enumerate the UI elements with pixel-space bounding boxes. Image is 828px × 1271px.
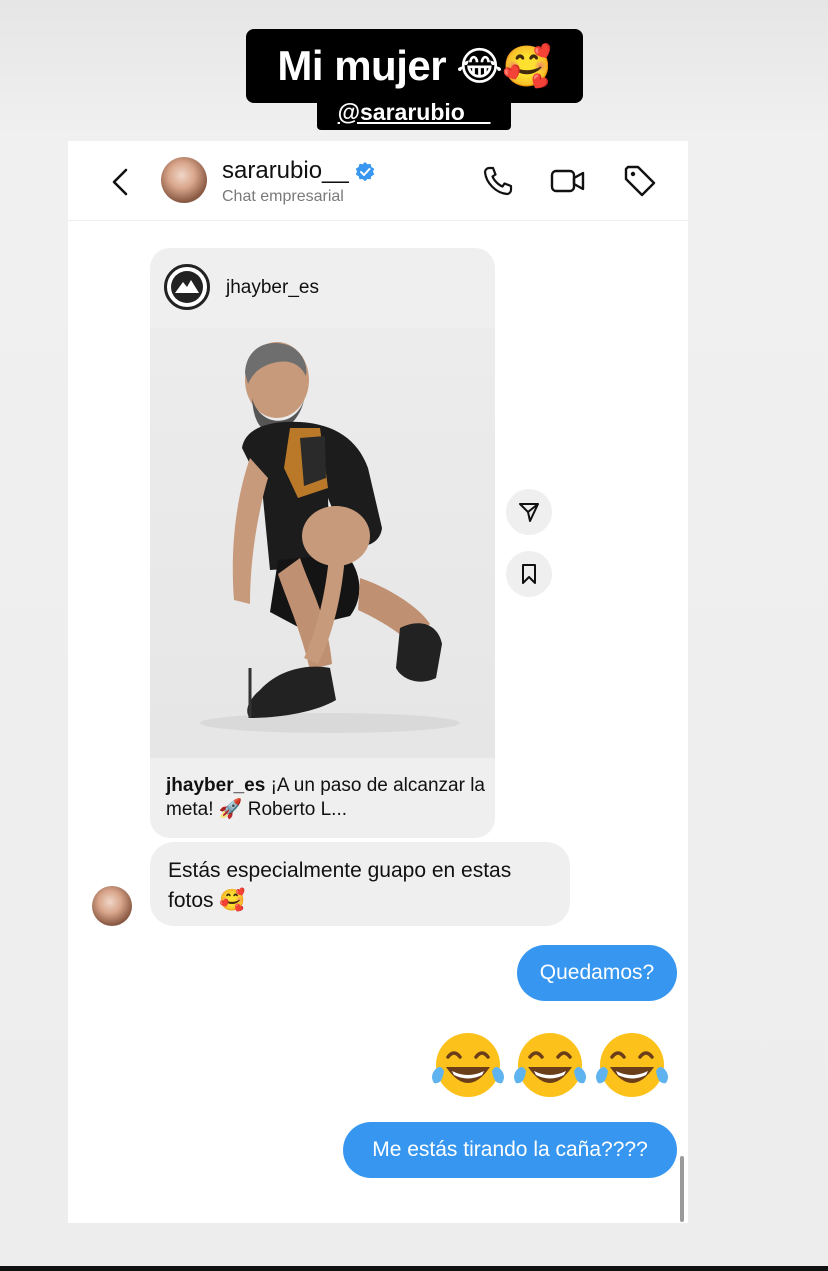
post-caption[interactable]: jhayber_es ¡A un paso de alcanzar la met… bbox=[166, 774, 486, 822]
tag-icon[interactable] bbox=[622, 163, 658, 199]
outgoing-emoji-message[interactable] bbox=[430, 1027, 670, 1103]
bookmark-icon bbox=[522, 564, 536, 584]
tears-of-joy-icon bbox=[432, 1033, 504, 1097]
story-title-label: Mi mujer 😂🥰 bbox=[246, 29, 583, 103]
bottom-edge bbox=[0, 1266, 828, 1271]
verified-badge-icon bbox=[355, 162, 374, 182]
mention-text[interactable]: @sararubio__ bbox=[338, 99, 491, 126]
mountain-logo-icon bbox=[171, 271, 203, 303]
paper-plane-icon bbox=[519, 503, 539, 522]
scrollbar[interactable] bbox=[680, 1156, 684, 1222]
chevron-left-icon[interactable] bbox=[108, 167, 132, 197]
chat-panel: sararubio__ Chat empresarial jhayber_es … bbox=[68, 141, 688, 1223]
story-title-text: Mi mujer bbox=[277, 42, 447, 89]
username-text[interactable]: sararubio__ bbox=[222, 157, 349, 185]
phone-icon[interactable] bbox=[480, 163, 516, 199]
caption-username[interactable]: jhayber_es bbox=[166, 775, 265, 796]
save-button[interactable] bbox=[506, 551, 552, 597]
chat-header: sararubio__ Chat empresarial bbox=[68, 141, 688, 221]
video-camera-icon[interactable] bbox=[550, 163, 586, 199]
tears-of-joy-icon bbox=[596, 1033, 668, 1097]
brand-logo[interactable] bbox=[164, 264, 210, 310]
story-title-emojis: 😂🥰 bbox=[456, 44, 552, 89]
post-image[interactable] bbox=[150, 328, 495, 758]
story-mention-label[interactable]: @sararubio__ bbox=[317, 94, 511, 130]
sender-avatar[interactable] bbox=[92, 886, 132, 926]
post-header[interactable]: jhayber_es bbox=[150, 248, 495, 328]
post-account-name[interactable]: jhayber_es bbox=[226, 277, 319, 299]
incoming-message[interactable]: Estás especialmente guapo en estas fotos… bbox=[150, 842, 570, 926]
avatar[interactable] bbox=[161, 157, 207, 203]
athlete-photo bbox=[200, 342, 460, 733]
share-button[interactable] bbox=[506, 489, 552, 535]
chat-subtitle: Chat empresarial bbox=[222, 188, 344, 205]
outgoing-message[interactable]: Me estás tirando la caña???? bbox=[343, 1122, 677, 1178]
outgoing-message[interactable]: Quedamos? bbox=[517, 945, 677, 1001]
shared-post-card[interactable]: jhayber_es jhayber_es ¡A un paso de alca… bbox=[150, 248, 495, 838]
tears-of-joy-icon bbox=[514, 1033, 586, 1097]
chat-username[interactable]: sararubio__ bbox=[222, 157, 375, 185]
